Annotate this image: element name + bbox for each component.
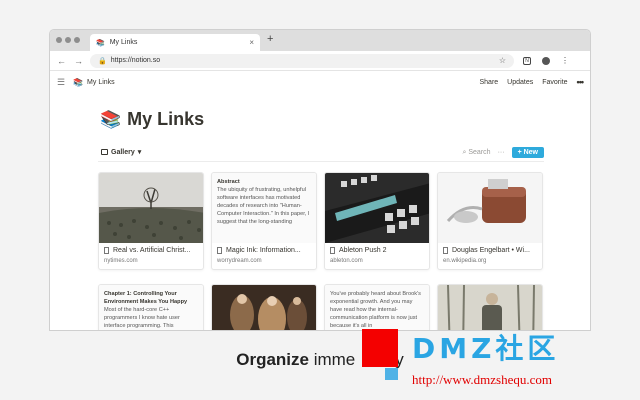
page-title: 📚 My Links [100, 109, 204, 130]
page-title-text[interactable]: My Links [127, 109, 204, 130]
gallery-card[interactable] [211, 284, 317, 330]
view-switcher[interactable]: Gallery ▾ [101, 148, 141, 156]
page-icon [330, 247, 335, 254]
watermark-blue-block [385, 368, 398, 380]
card-cover-image [438, 285, 542, 330]
card-title-text: Magic Ink: Information... [226, 247, 301, 254]
card-cover-image [99, 173, 203, 243]
gallery-card[interactable] [437, 284, 543, 330]
card-domain: ableton.com [330, 258, 363, 264]
tab-favicon-icon: 📚 [96, 39, 105, 47]
gallery-card[interactable]: Real vs. Artificial Christ... nytimes.co… [98, 172, 204, 270]
gallery-card[interactable]: You've probably heard about Brook's expo… [324, 284, 430, 330]
painting-image [212, 285, 316, 330]
card-domain: en.wikipedia.org [443, 258, 487, 264]
favorite-button[interactable]: Favorite [542, 79, 567, 86]
gallery-icon [101, 149, 108, 155]
address-bar-row: ← → C 🔒 https://notion.so ☆ N ⋮ [50, 51, 590, 71]
page-icon [217, 247, 222, 254]
mouse-image [438, 173, 542, 243]
view-name: Gallery [111, 148, 135, 156]
card-cover-text: You've probably heard about Brook's expo… [325, 285, 429, 330]
share-button[interactable]: Share [479, 79, 498, 86]
gallery-card[interactable]: Douglas Engelbart • Wi... en.wikipedia.o… [437, 172, 543, 270]
more-options-icon[interactable]: ••• [577, 77, 585, 87]
card-title: Magic Ink: Information... [212, 243, 316, 256]
cover-heading: Abstract [217, 179, 240, 185]
books-icon: 📚 [73, 77, 84, 87]
nav-buttons: ← → C [50, 56, 98, 66]
close-window-button[interactable] [56, 37, 62, 43]
chevron-down-icon: ▾ [137, 149, 142, 156]
window-controls [56, 37, 80, 43]
search-button[interactable]: ⌕ Search [463, 149, 491, 157]
tab-close-icon[interactable]: × [249, 38, 254, 47]
card-title: Ableton Push 2 [325, 243, 429, 256]
cover-heading: Chapter 1: Controlling Your Environment … [104, 291, 188, 305]
sidebar-toggle-icon[interactable]: ☰ [57, 77, 65, 88]
browser-tab[interactable]: 📚 My Links × [90, 34, 260, 51]
card-cover-image [325, 173, 429, 243]
more-view-options-icon[interactable]: ··· [498, 149, 505, 156]
browser-window: 📚 My Links × + ← → C 🔒 https://notion.so… [50, 30, 590, 330]
new-tab-button[interactable]: + [267, 33, 273, 45]
tab-bar: 📚 My Links × + [50, 30, 590, 51]
url-text: https://notion.so [110, 57, 161, 64]
browser-toolbar-right: N ⋮ [523, 56, 569, 65]
card-cover-image [438, 173, 542, 243]
cover-body: You've probably heard about Brook's expo… [330, 291, 421, 329]
watermark-red-block [362, 329, 398, 367]
new-button[interactable]: + New [511, 147, 544, 158]
card-cover-text: Abstract The ubiquity of frustrating, un… [212, 173, 316, 243]
search-icon: ⌕ [462, 148, 467, 156]
card-title: Real vs. Artificial Christ... [99, 243, 203, 256]
notion-topbar: ☰ 📚 My Links Share Updates Favorite ••• [50, 71, 590, 93]
forest-person-image [438, 285, 542, 330]
notion-extension-icon[interactable]: N [523, 56, 531, 65]
view-actions: ⌕ Search ··· + New [463, 147, 544, 158]
forward-icon[interactable]: → [74, 56, 83, 66]
topbar-actions: Share Updates Favorite ••• [479, 71, 585, 93]
caption-rest: imme [308, 350, 356, 369]
minimize-window-button[interactable] [65, 37, 71, 43]
card-title: Douglas Engelbart • Wi... [438, 243, 542, 256]
push-controller-image [325, 173, 429, 243]
cover-body: Most of the hard-core C++ programmers I … [104, 307, 180, 329]
page-icon [104, 247, 109, 254]
card-title-text: Ableton Push 2 [339, 247, 387, 254]
cover-body: The ubiquity of frustrating, unhelpful s… [217, 187, 310, 225]
card-cover-image [212, 285, 316, 330]
card-domain: nytimes.com [104, 258, 138, 264]
card-title-text: Douglas Engelbart • Wi... [452, 247, 530, 254]
books-icon: 📚 [100, 109, 122, 129]
page-icon [443, 247, 448, 254]
updates-button[interactable]: Updates [507, 79, 533, 86]
search-label: Search [468, 148, 491, 156]
tab-title: My Links [109, 39, 138, 46]
browser-menu-icon[interactable]: ⋮ [561, 56, 569, 65]
watermark-logo: DMZ社区 [412, 332, 560, 365]
database-view-bar: Gallery ▾ ⌕ Search ··· + New [98, 146, 544, 162]
card-cover-text: Chapter 1: Controlling Your Environment … [99, 285, 203, 330]
caption-bold: Organize [236, 350, 309, 369]
gallery-card[interactable]: Abstract The ubiquity of frustrating, un… [211, 172, 317, 270]
profile-avatar-icon[interactable] [542, 56, 550, 65]
tree-farm-image [99, 173, 203, 243]
back-icon[interactable]: ← [57, 56, 66, 66]
bookmark-star-icon[interactable]: ☆ [499, 56, 506, 65]
zoom-window-button[interactable] [74, 37, 80, 43]
lock-icon: 🔒 [98, 57, 107, 65]
breadcrumb[interactable]: My Links [87, 79, 115, 86]
card-domain: worrydream.com [217, 258, 262, 264]
gallery-card[interactable]: Chapter 1: Controlling Your Environment … [98, 284, 204, 330]
url-field[interactable]: 🔒 https://notion.so ☆ [90, 53, 514, 68]
gallery-card[interactable]: Ableton Push 2 ableton.com [324, 172, 430, 270]
watermark-url: http://www.dmzshequ.com [412, 372, 552, 387]
card-title-text: Real vs. Artificial Christ... [113, 247, 191, 254]
